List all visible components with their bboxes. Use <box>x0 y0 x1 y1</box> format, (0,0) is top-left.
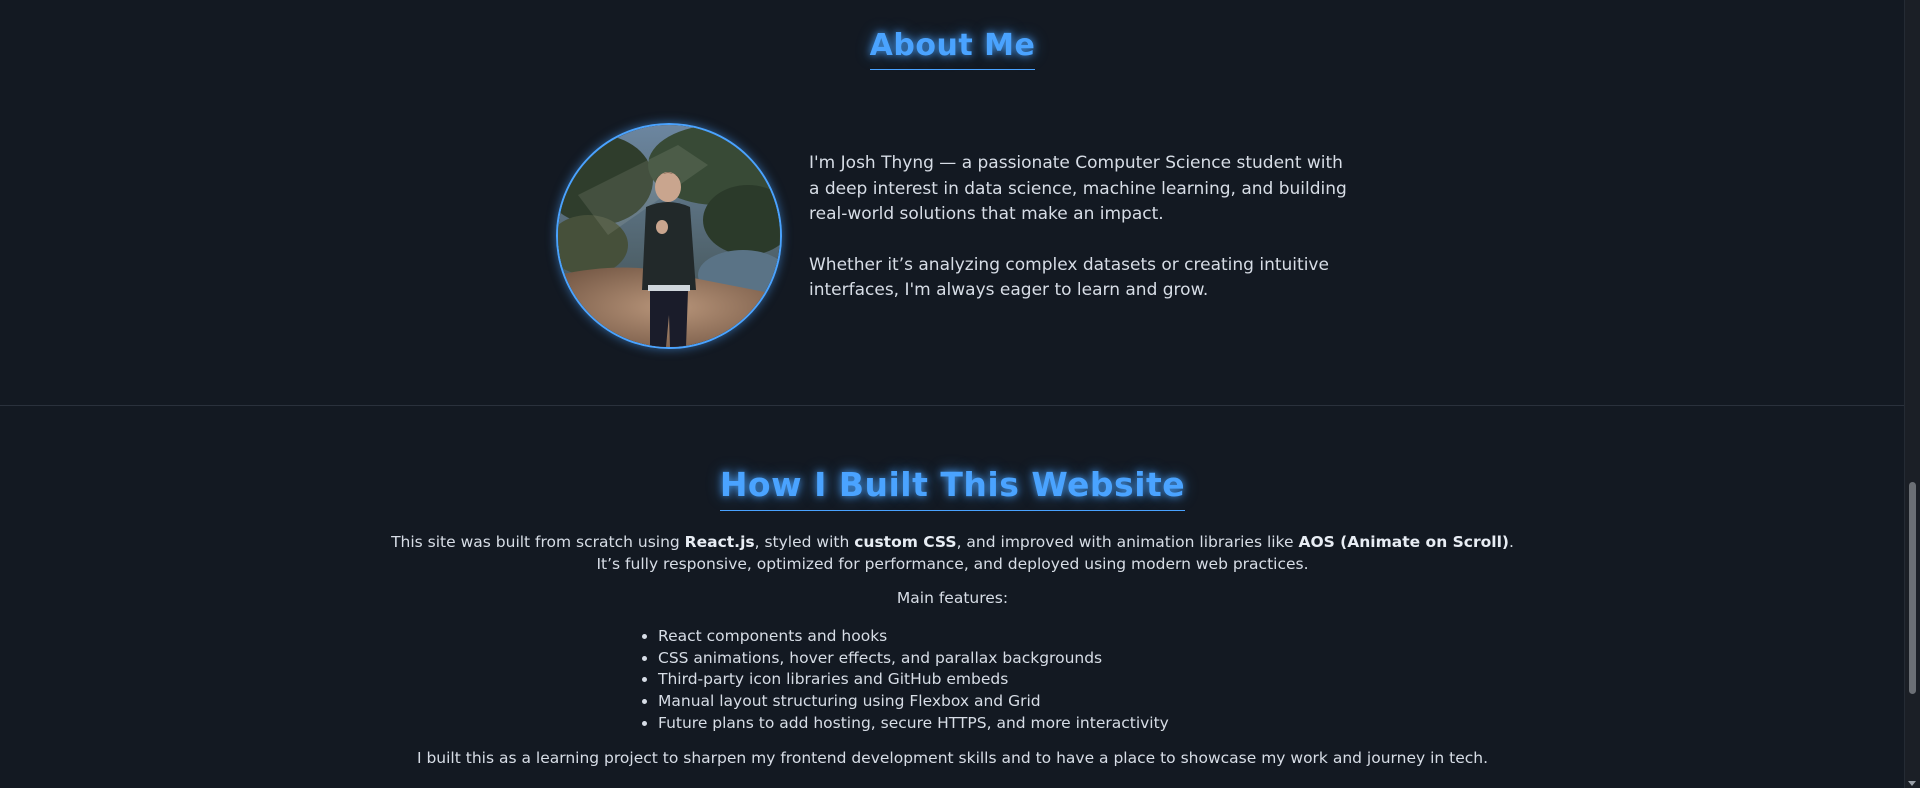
build-intro: This site was built from scratch using R… <box>0 532 1905 575</box>
list-item: CSS animations, hover effects, and paral… <box>658 648 1169 670</box>
section-divider <box>0 405 1905 406</box>
build-outro: I built this as a learning project to sh… <box>416 749 1489 767</box>
features-label: Main features: <box>896 589 1009 607</box>
intro-aos: AOS (Animate on Scroll) <box>1298 533 1509 551</box>
intro-text-1: This site was built from scratch using <box>391 533 685 551</box>
about-text: I'm Josh Thyng — a passionate Computer S… <box>809 151 1349 304</box>
intro-react: React.js <box>684 533 755 551</box>
page: About Me I'm Josh Thyng — a passionate C… <box>0 0 1920 788</box>
scroll-down-arrow-icon[interactable] <box>1908 781 1916 786</box>
profile-photo <box>556 123 782 349</box>
build-title-text: How I Built This Website <box>719 465 1186 511</box>
scrollbar-thumb[interactable] <box>1909 482 1916 694</box>
page-scrollbar[interactable] <box>1904 0 1920 788</box>
build-intro-line-1: This site was built from scratch using R… <box>0 532 1905 554</box>
list-item: Future plans to add hosting, secure HTTP… <box>658 713 1169 735</box>
intro-css: custom CSS <box>854 533 957 551</box>
build-section-title: How I Built This Website <box>0 465 1905 511</box>
features-list: React components and hooks CSS animation… <box>640 626 1169 735</box>
list-item: Manual layout structuring using Flexbox … <box>658 691 1169 713</box>
intro-text-3: , and improved with animation libraries … <box>956 533 1299 551</box>
build-intro-line-2: It’s fully responsive, optimized for per… <box>596 554 1309 573</box>
about-section-title: About Me <box>0 28 1905 70</box>
list-item: Third-party icon libraries and GitHub em… <box>658 669 1169 691</box>
about-paragraph-intro: I'm Josh Thyng — a passionate Computer S… <box>809 153 1347 224</box>
intro-text-4: . <box>1508 533 1514 551</box>
intro-text-2: , styled with <box>754 533 855 551</box>
list-item: React components and hooks <box>658 626 1169 648</box>
about-paragraph-growth: Whether it’s analyzing complex datasets … <box>809 254 1329 301</box>
about-title-text: About Me <box>869 28 1036 70</box>
profile-photo-image <box>558 125 780 347</box>
